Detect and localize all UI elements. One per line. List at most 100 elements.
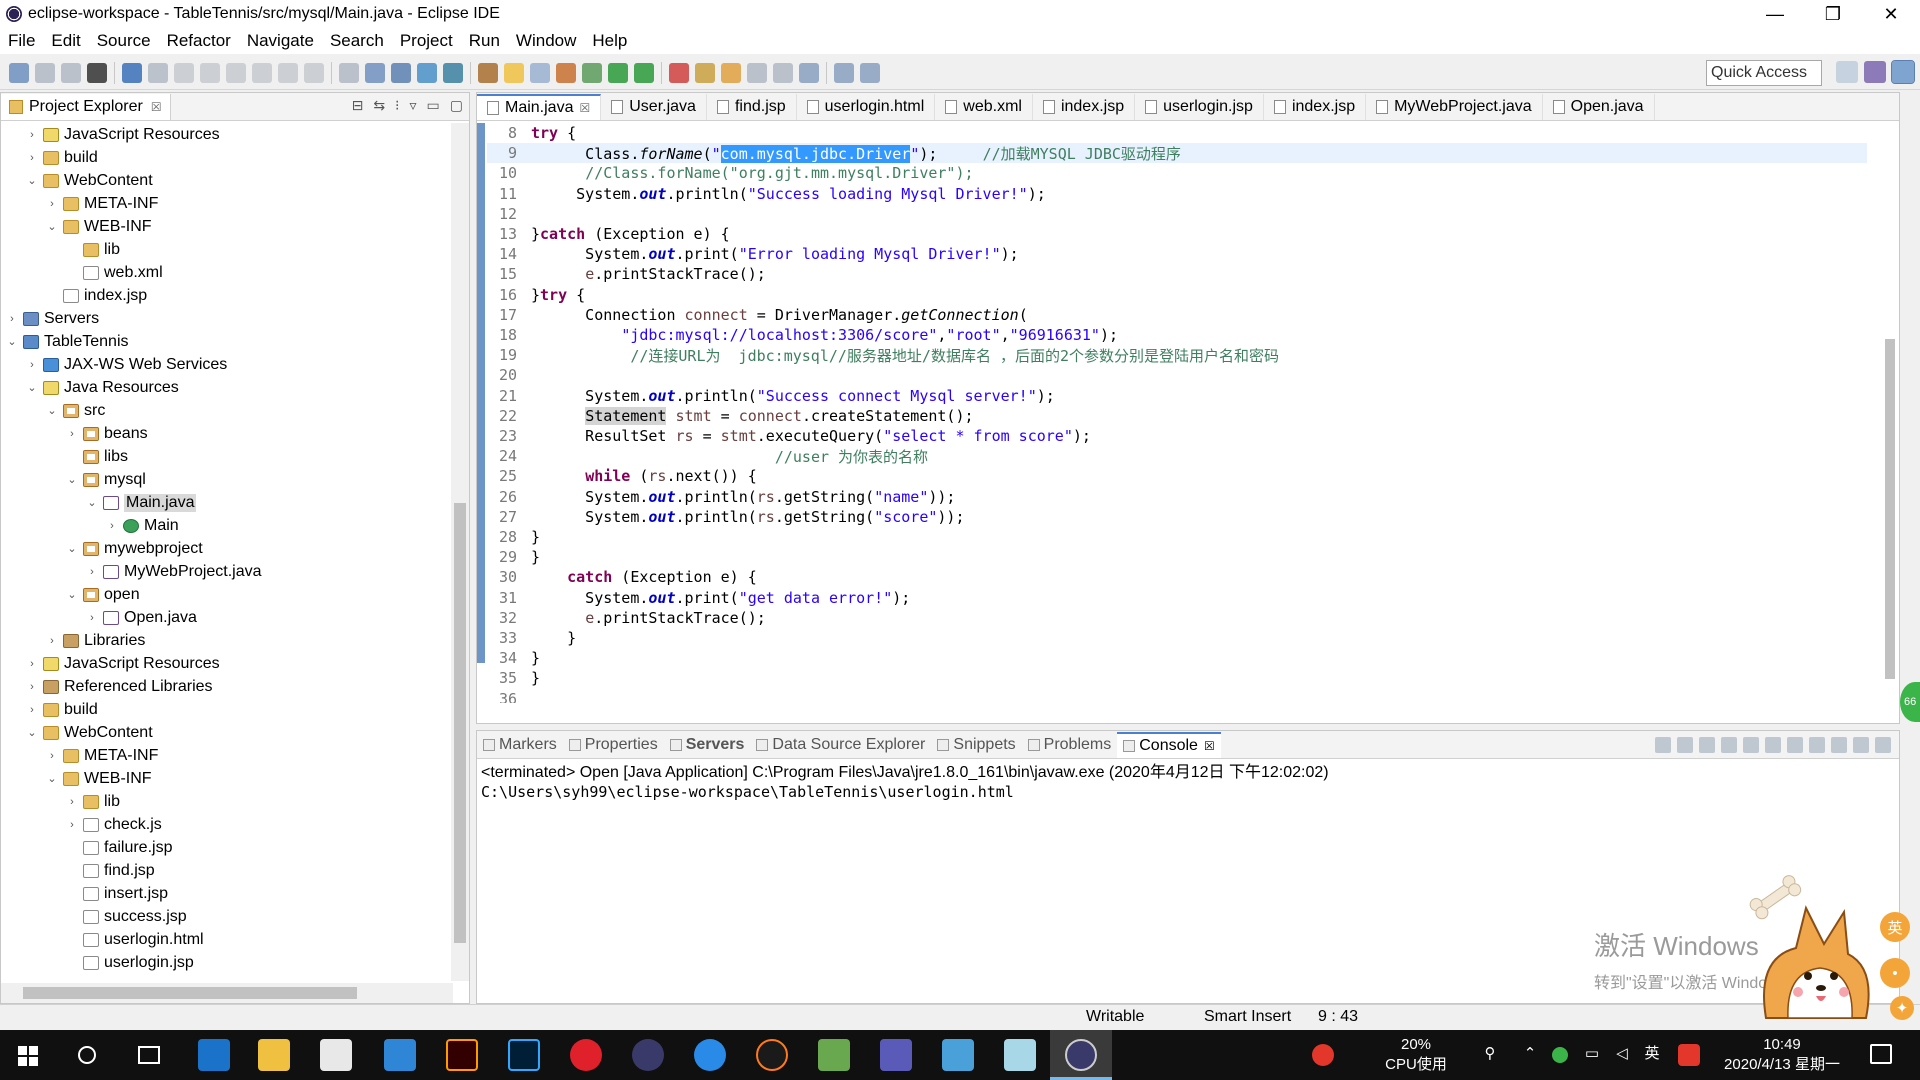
- chevron-right-icon[interactable]: ›: [65, 428, 79, 440]
- java-perspective-icon[interactable]: [1891, 60, 1915, 84]
- tree-item[interactable]: ⌄ open: [1, 583, 451, 606]
- chevron-down-icon[interactable]: ⌄: [65, 588, 79, 601]
- view-chevron-down-icon[interactable]: ▿: [410, 97, 417, 114]
- tree-item[interactable]: failure.jsp: [1, 836, 451, 859]
- tree-item[interactable]: ⌄ WebContent: [1, 169, 451, 192]
- menu-navigate[interactable]: Navigate: [239, 31, 322, 51]
- tree-item[interactable]: ⌄ WEB-INF: [1, 215, 451, 238]
- eclipse-taskbar-icon[interactable]: [632, 1039, 664, 1071]
- floating-assistant-badge[interactable]: 66: [1900, 682, 1920, 722]
- print-icon[interactable]: [87, 62, 107, 83]
- chevron-up-icon[interactable]: ⌃: [1522, 1045, 1538, 1063]
- next-edit-icon[interactable]: [799, 62, 819, 83]
- edge-browser-icon[interactable]: [198, 1039, 230, 1071]
- chevron-right-icon[interactable]: ›: [85, 566, 99, 578]
- editor-tab[interactable]: web.xml: [935, 93, 1033, 120]
- minimize-button[interactable]: —: [1746, 0, 1804, 28]
- remote-desktop-icon[interactable]: [942, 1039, 974, 1071]
- explorer-vertical-scrollbar[interactable]: [451, 123, 469, 981]
- tree-item[interactable]: insert.jsp: [1, 882, 451, 905]
- open-console-icon[interactable]: [1831, 737, 1847, 753]
- show-console-icon[interactable]: [1765, 737, 1781, 753]
- chevron-right-icon[interactable]: ›: [25, 152, 39, 164]
- close-tab-icon[interactable]: ☒: [579, 101, 590, 115]
- chevron-down-icon[interactable]: ⌄: [45, 404, 59, 417]
- tab-snippets[interactable]: Snippets: [931, 732, 1021, 758]
- tab-markers[interactable]: Markers: [477, 732, 563, 758]
- chevron-right-icon[interactable]: ›: [85, 612, 99, 624]
- close-tab-icon[interactable]: ☒: [151, 100, 162, 114]
- editor-tab[interactable]: index.jsp: [1033, 93, 1136, 120]
- chevron-right-icon[interactable]: ›: [65, 819, 79, 831]
- editor-tab[interactable]: userlogin.html: [797, 93, 936, 120]
- visual-studio-icon[interactable]: [880, 1039, 912, 1071]
- chevron-right-icon[interactable]: ›: [25, 359, 39, 371]
- terminate-icon[interactable]: [1655, 737, 1671, 753]
- coverage-icon[interactable]: [695, 62, 715, 83]
- minimize-view-icon[interactable]: [1853, 737, 1869, 753]
- next-annotation-icon[interactable]: [556, 62, 576, 83]
- toggle-mark-icon[interactable]: [530, 62, 550, 83]
- chevron-right-icon[interactable]: ›: [65, 796, 79, 808]
- tab-console[interactable]: Console ☒: [1117, 731, 1221, 758]
- chevron-right-icon[interactable]: ›: [25, 129, 39, 141]
- step-over-icon[interactable]: [304, 62, 324, 83]
- chevron-down-icon[interactable]: ⌄: [85, 496, 99, 509]
- scroll-thumb[interactable]: [23, 987, 357, 999]
- netease-music-icon[interactable]: [570, 1039, 602, 1071]
- chevron-down-icon[interactable]: ⌄: [65, 542, 79, 555]
- chevron-down-icon[interactable]: ⌄: [45, 220, 59, 233]
- tree-item[interactable]: web.xml: [1, 261, 451, 284]
- resume-icon[interactable]: [174, 62, 194, 83]
- battery-icon[interactable]: ▭: [1582, 1045, 1602, 1063]
- editor-tab[interactable]: index.jsp: [1264, 93, 1367, 120]
- editor-vertical-scrollbar[interactable]: [1881, 123, 1899, 703]
- remove-all-icon[interactable]: [1699, 737, 1715, 753]
- menu-edit[interactable]: Edit: [43, 31, 88, 51]
- notifications-icon[interactable]: [1870, 1044, 1892, 1064]
- run-icon[interactable]: [669, 62, 689, 83]
- scroll-lock-icon[interactable]: [1721, 737, 1737, 753]
- editor-tab[interactable]: userlogin.jsp: [1135, 93, 1264, 120]
- tree-item[interactable]: › META-INF: [1, 192, 451, 215]
- tab-properties[interactable]: Properties: [563, 732, 664, 758]
- remove-launch-icon[interactable]: [1677, 737, 1693, 753]
- web-browser-icon[interactable]: [417, 62, 437, 83]
- tree-item[interactable]: › Servers: [1, 307, 451, 330]
- external-tools-icon[interactable]: [721, 62, 741, 83]
- menu-help[interactable]: Help: [584, 31, 635, 51]
- open-folder-icon[interactable]: [747, 62, 767, 83]
- input-language[interactable]: 英: [1642, 1045, 1662, 1063]
- pin-console-icon[interactable]: [1787, 737, 1803, 753]
- tree-item[interactable]: ⌄ WebContent: [1, 721, 451, 744]
- tree-item[interactable]: › Referenced Libraries: [1, 675, 451, 698]
- chevron-down-icon[interactable]: ⌄: [65, 473, 79, 486]
- people-icon[interactable]: ⚲: [1480, 1045, 1500, 1063]
- mail-icon[interactable]: [384, 1039, 416, 1071]
- minimize-view-icon[interactable]: ▭: [427, 97, 440, 114]
- file-explorer-icon[interactable]: [258, 1039, 290, 1071]
- chevron-right-icon[interactable]: ›: [45, 635, 59, 647]
- java-ee-perspective-icon[interactable]: [1864, 61, 1886, 83]
- save-icon[interactable]: [35, 62, 55, 83]
- tree-item[interactable]: › META-INF: [1, 744, 451, 767]
- chevron-down-icon[interactable]: ⌄: [45, 772, 59, 785]
- editor-tab[interactable]: MyWebProject.java: [1366, 93, 1543, 120]
- maximize-view-icon[interactable]: [1875, 737, 1891, 753]
- ime-english-badge[interactable]: 英: [1880, 912, 1910, 942]
- maximize-view-icon[interactable]: ▢: [450, 97, 463, 114]
- search-icon[interactable]: [773, 62, 793, 83]
- scroll-thumb[interactable]: [1885, 339, 1895, 679]
- chevron-down-icon[interactable]: ⌄: [25, 174, 39, 187]
- clock-time[interactable]: 10:49: [1722, 1036, 1842, 1054]
- quick-access-field[interactable]: Quick Access: [1706, 60, 1822, 86]
- tree-item[interactable]: ⌄ Java Resources: [1, 376, 451, 399]
- notepad-plus-icon[interactable]: [818, 1039, 850, 1071]
- editor-tab[interactable]: User.java: [601, 93, 707, 120]
- chevron-right-icon[interactable]: ›: [25, 704, 39, 716]
- explorer-horizontal-scrollbar[interactable]: [1, 983, 453, 1003]
- tab-servers[interactable]: Servers: [664, 732, 751, 758]
- block-selection-icon[interactable]: [582, 62, 602, 83]
- highlight-icon[interactable]: [504, 62, 524, 83]
- new-project-icon[interactable]: [391, 62, 411, 83]
